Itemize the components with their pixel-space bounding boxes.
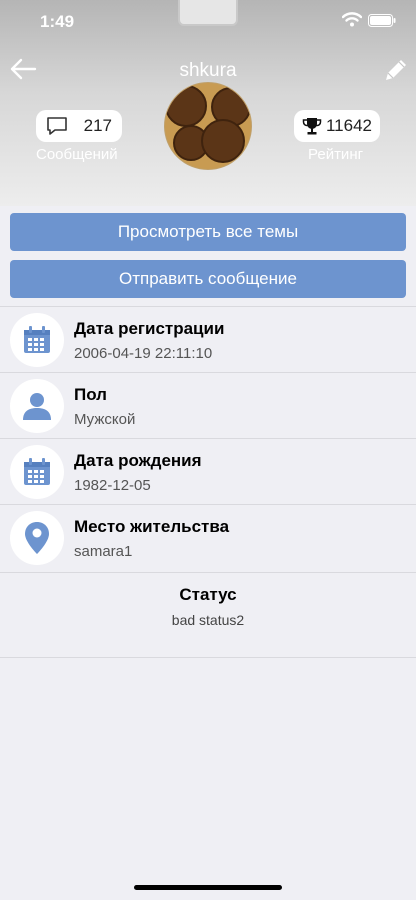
- trophy-icon: [302, 118, 322, 135]
- row-title: Место жительства: [74, 517, 230, 536]
- battery-icon: [368, 14, 396, 27]
- info-row-location: Место жительства samara1: [0, 504, 416, 570]
- notch: [178, 0, 238, 26]
- info-row-birth-date: Дата рождения 1982-12-05: [0, 438, 416, 504]
- status-bar: 1:49: [0, 0, 416, 44]
- send-message-button[interactable]: Отправить сообщение: [10, 260, 406, 298]
- calendar-icon: [24, 458, 50, 485]
- row-value: 1982-12-05: [74, 477, 151, 494]
- username: shkura: [179, 60, 237, 81]
- location-pin-icon: [25, 522, 49, 554]
- row-value: Мужской: [74, 411, 136, 428]
- calendar-icon: [24, 326, 50, 353]
- row-title: Дата рождения: [74, 451, 202, 470]
- status-time: 1:49: [40, 12, 75, 31]
- status-title: Статус: [179, 585, 237, 604]
- messages-count: 217: [83, 116, 112, 135]
- info-row-registration-date: Дата регистрации 2006-04-19 22:11:10: [0, 306, 416, 372]
- rating-label: Рейтинг: [308, 146, 364, 163]
- avatar-coin: [165, 85, 207, 127]
- status-value: bad status2: [171, 612, 245, 628]
- person-icon: [23, 393, 51, 420]
- messages-count-pill[interactable]: 217: [36, 110, 122, 142]
- edit-pencil-icon[interactable]: [382, 56, 410, 84]
- row-value: samara1: [74, 543, 133, 560]
- view-all-topics-button[interactable]: Просмотреть все темы: [10, 213, 406, 251]
- row-value: 2006-04-19 22:11:10: [74, 345, 213, 362]
- icon-circle: [10, 511, 64, 565]
- row-title: Пол: [74, 385, 107, 404]
- icon-circle: [10, 445, 64, 499]
- avatar-coin: [201, 119, 245, 163]
- messages-label: Сообщений: [36, 146, 118, 163]
- info-row-gender: Пол Мужской: [0, 372, 416, 438]
- status-section: Статус bad status2: [0, 572, 416, 658]
- rating-value: 11642: [325, 116, 372, 135]
- rating-pill[interactable]: 11642: [294, 110, 380, 142]
- wifi-icon: [342, 12, 362, 27]
- row-title: Дата регистрации: [74, 319, 225, 338]
- chat-bubble-icon: [47, 117, 67, 135]
- profile-header: 1:49 shkura 217 Сообщений 11642 Рейтинг: [0, 0, 416, 206]
- avatar: [164, 82, 252, 170]
- home-indicator[interactable]: [134, 885, 282, 890]
- icon-circle: [10, 313, 64, 367]
- icon-circle: [10, 379, 64, 433]
